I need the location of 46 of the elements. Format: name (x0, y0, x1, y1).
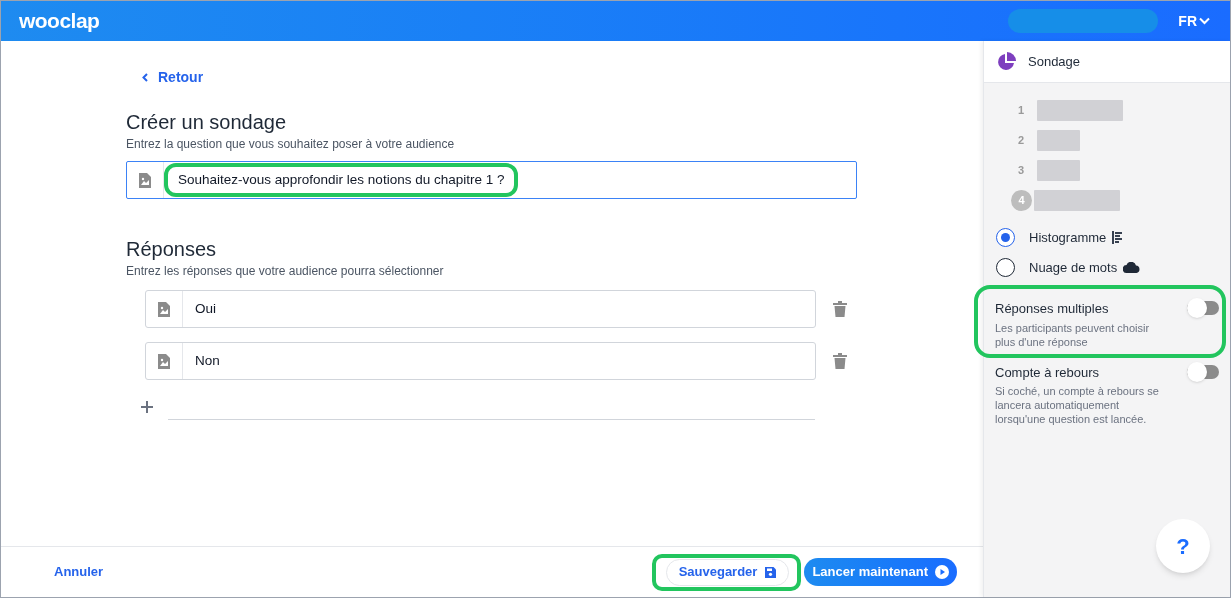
chevron-down-icon (1199, 17, 1210, 25)
answer-field[interactable]: Non (145, 342, 816, 380)
radio-button[interactable] (996, 228, 1015, 247)
trash-icon[interactable] (833, 353, 847, 369)
save-button[interactable]: Sauvegarder (665, 558, 790, 586)
answer-text: Oui (195, 299, 216, 318)
section-subtitle: Entrez les réponses que votre audience pourra sélectionner (126, 263, 445, 280)
question-field[interactable]: Souhaitez-vous approfondir les notions du chapitre 1 ? (126, 161, 857, 199)
radio-button[interactable] (996, 258, 1015, 277)
option-description: Les participants peuvent choisir plus d'une réponse (995, 320, 1151, 349)
section-subtitle: Entrez la question que vous souhaitez poser à votre audience (126, 136, 456, 153)
radio-label: Nuage de mots (1029, 258, 1118, 277)
image-icon (158, 353, 170, 369)
cloud-icon (1123, 262, 1141, 273)
placeholder-bar (1037, 160, 1080, 181)
rank-number: 3 (1018, 163, 1026, 179)
toggle-switch[interactable] (1187, 364, 1219, 379)
logo[interactable]: wooclap (19, 5, 100, 37)
answer-text: Non (195, 351, 220, 370)
bar-chart-icon (1112, 231, 1124, 244)
option-label: Compte à rebours (995, 363, 1101, 382)
language-selector[interactable]: FR (1178, 10, 1210, 32)
cancel-button[interactable]: Annuler (54, 562, 104, 582)
image-icon (139, 172, 151, 188)
help-button[interactable]: ? (1156, 519, 1210, 573)
question-type-label: Sondage (1028, 52, 1081, 71)
rank-number: 1 (1018, 103, 1026, 119)
section-title: Réponses (126, 237, 218, 261)
back-link[interactable]: Retour (142, 67, 204, 88)
question-text: Souhaitez-vous approfondir les notions du chapitre 1 ? (178, 170, 505, 189)
chevron-left-icon (142, 73, 148, 82)
section-title: Créer un sondage (126, 110, 288, 134)
add-icon[interactable] (140, 400, 154, 414)
rank-number: 2 (1018, 133, 1026, 149)
launch-button[interactable]: Lancer maintenant (804, 558, 957, 586)
toggle-switch[interactable] (1187, 301, 1219, 315)
option-label: Réponses multiples (995, 300, 1110, 318)
rank-number: 4 (1011, 190, 1032, 211)
play-icon (935, 565, 949, 579)
placeholder-bar (1037, 130, 1080, 151)
image-icon (158, 301, 170, 317)
option-description: Si coché, un compte à rebours se lancera automatiquement lorsqu'une question est lancée. (995, 384, 1160, 426)
trash-icon[interactable] (833, 301, 847, 317)
radio-label: Histogramme (1029, 228, 1107, 247)
answer-field[interactable]: Oui (145, 290, 816, 328)
pie-chart-icon (996, 51, 1016, 72)
